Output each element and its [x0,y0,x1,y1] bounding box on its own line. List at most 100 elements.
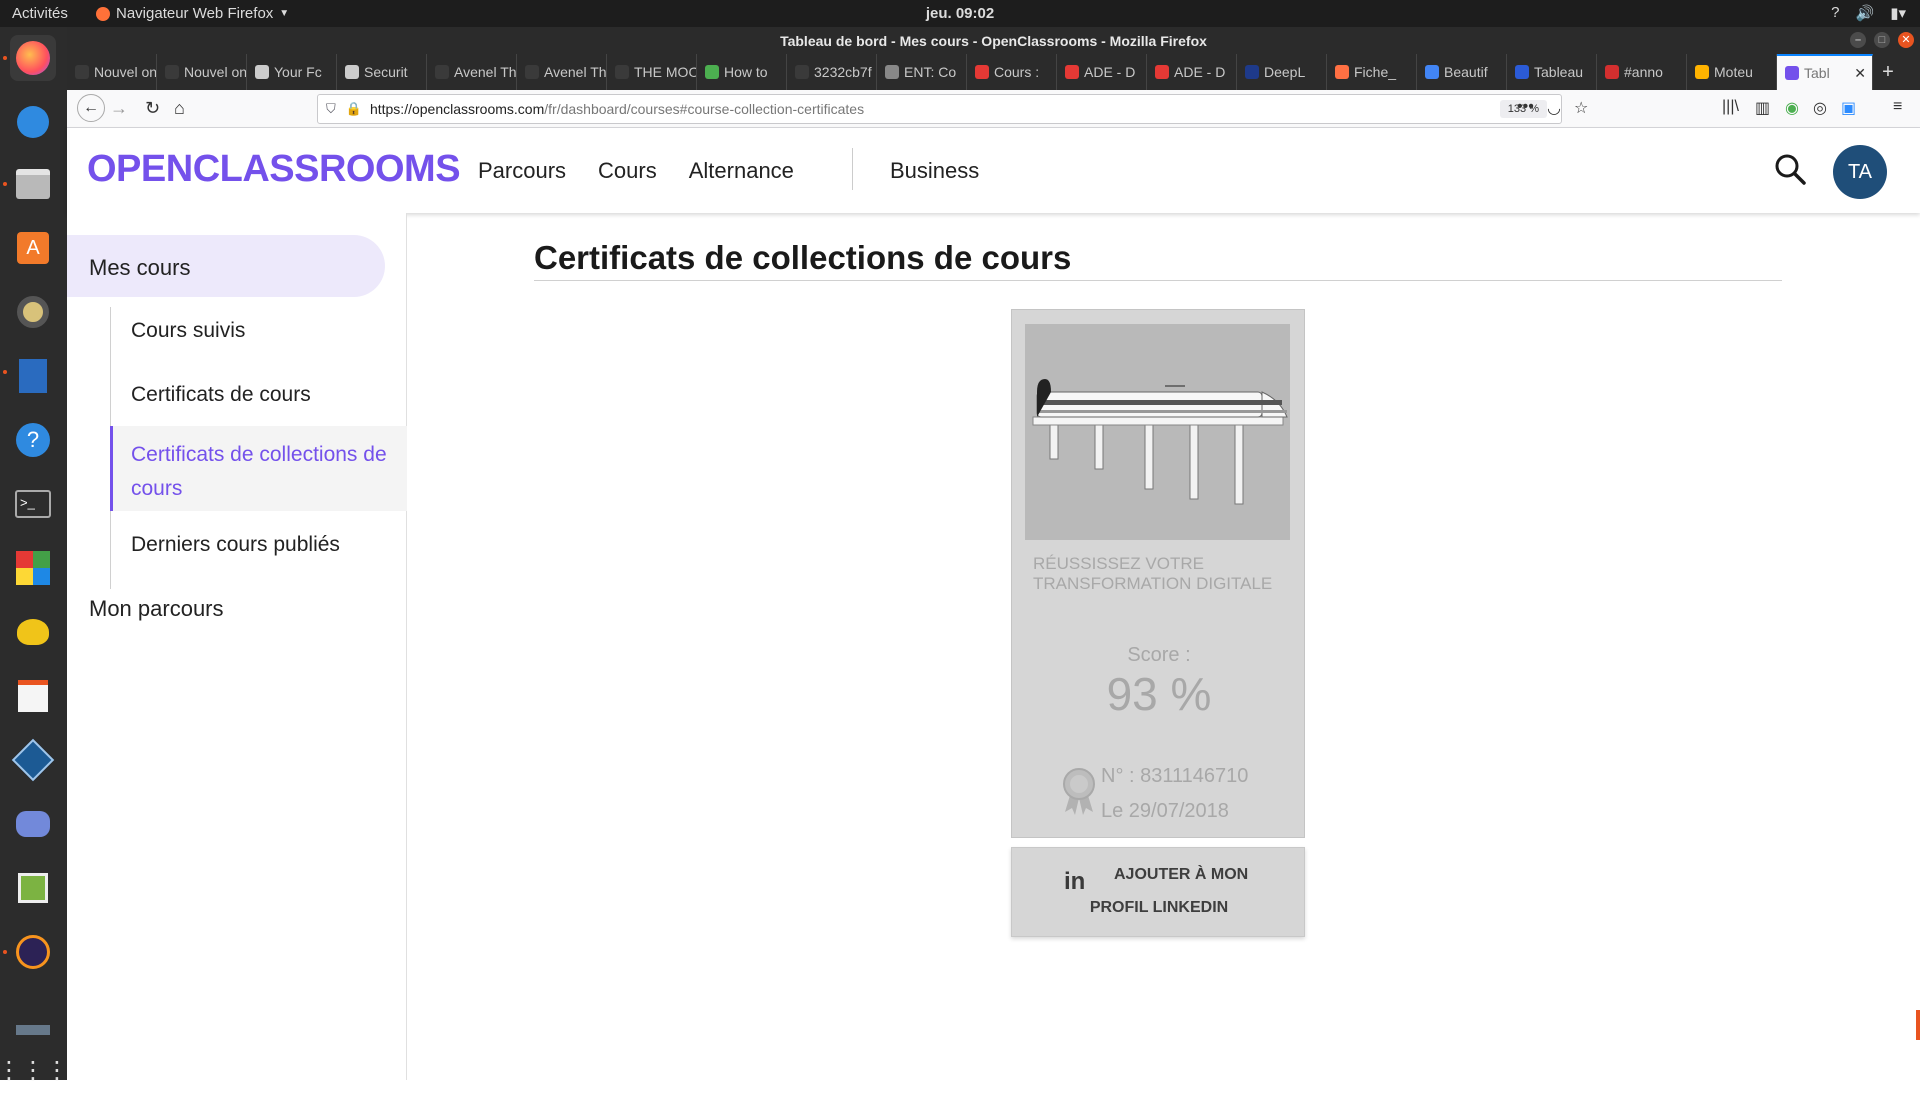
minimize-icon[interactable]: – [1850,32,1866,48]
browser-tab[interactable]: Your Fc [247,54,337,90]
help-icon[interactable]: ? [10,417,56,463]
browser-tab[interactable]: Avenel Th [427,54,517,90]
bookmark-star-icon[interactable]: ☆ [1574,98,1588,118]
terminal-icon[interactable]: >_ [10,481,56,527]
tab-label: Beautif [1444,64,1488,80]
browser-tab[interactable]: Beautif [1417,54,1507,90]
rhythmbox-icon[interactable] [10,289,56,335]
tab-favicon-icon [975,65,989,79]
monitor-icon[interactable] [10,993,56,1039]
tab-label: Your Fc [274,64,322,80]
close-window-icon[interactable]: ✕ [1898,32,1914,48]
writer-icon[interactable] [10,353,56,399]
browser-tab[interactable]: Tableau [1507,54,1597,90]
window-controls: – □ ✕ [1850,32,1914,48]
files-icon[interactable] [10,161,56,207]
sidebar-item-mon-parcours[interactable]: Mon parcours [89,596,224,622]
browser-tab[interactable]: #anno [1597,54,1687,90]
teapot-icon[interactable] [10,609,56,655]
add-to-linkedin-button[interactable]: in AJOUTER À MON PROFIL LINKEDIN [1011,847,1305,937]
openclassrooms-logo[interactable]: OPENCLASSROOMS [87,148,461,191]
sidebar-item-derniers-cours[interactable]: Derniers cours publiés [131,533,340,557]
nav-alternance[interactable]: Alternance [689,158,794,184]
hamburger-menu-icon[interactable]: ≡ [1893,98,1902,116]
thunderbird-icon[interactable] [10,99,56,145]
nav-business[interactable]: Business [890,158,979,184]
sidebar-item-cours-suivis[interactable]: Cours suivis [131,319,245,343]
puzzle-game-icon[interactable] [10,545,56,591]
linkedin-icon: in [1064,868,1086,895]
page-actions-icon[interactable]: ••• [1517,98,1534,116]
certificate-number: N° : 8311146710 [1101,765,1249,787]
maximize-icon[interactable]: □ [1874,32,1890,48]
virtualbox-icon[interactable] [10,737,56,783]
nav-parcours[interactable]: Parcours [478,158,566,184]
openclassrooms-favicon-icon [1785,66,1799,80]
system-tray[interactable]: ? 🔊 ▮▾ [1831,4,1906,22]
certificate-card[interactable]: Réussissez votre transformation digitale… [1011,309,1305,838]
zoom-extension-icon[interactable]: ▣ [1841,98,1856,118]
browser-tab[interactable]: How to [697,54,787,90]
extension-icon[interactable]: ◉ [1785,98,1799,118]
software-center-icon[interactable]: A [10,225,56,271]
tab-label: Nouvel on [94,64,157,80]
firefox-icon[interactable] [10,35,56,81]
tab-favicon-icon [75,65,89,79]
linkedin-button-line1: AJOUTER À MON [1114,866,1249,883]
tab-favicon-icon [615,65,629,79]
firefox-icon [96,6,110,21]
search-icon[interactable] [1773,152,1807,186]
account-icon[interactable]: ◎ [1813,98,1827,118]
tab-favicon-icon [1695,65,1709,79]
nav-cours[interactable]: Cours [598,158,657,184]
home-button[interactable]: ⌂ [174,98,185,119]
close-tab-icon[interactable]: ✕ [1854,65,1866,82]
volume-icon[interactable]: 🔊 [1856,4,1875,22]
browser-tab[interactable]: Securit [337,54,427,90]
back-button[interactable]: ← [77,94,105,122]
pocket-icon[interactable]: ◡ [1547,98,1561,118]
main-navigation: Parcours Cours Alternance [478,158,794,184]
browser-tab-active[interactable]: Tabl ✕ [1777,54,1873,90]
lock-icon[interactable]: 🔒 [346,101,362,117]
user-avatar[interactable]: TA [1833,145,1887,199]
tab-label: Securit [364,64,408,80]
text-editor-icon[interactable] [10,673,56,719]
eclipse-icon[interactable] [10,929,56,975]
browser-tab[interactable]: Moteu [1687,54,1777,90]
chevron-down-icon: ▼ [279,8,290,19]
app-menu[interactable]: Navigateur Web Firefox ▼ [96,5,289,22]
browser-tab[interactable]: ENT: Co [877,54,967,90]
discord-icon[interactable] [10,801,56,847]
browser-tab[interactable]: Avenel Th [517,54,607,90]
sidebar-item-certificats-de-cours[interactable]: Certificats de cours [131,383,311,407]
new-tab-button[interactable]: + [1873,54,1903,90]
forward-button[interactable]: → [110,98,128,119]
clock[interactable]: jeu. 09:02 [926,5,994,22]
browser-tab[interactable]: Nouvel on [67,54,157,90]
battery-icon[interactable]: ▮▾ [1890,4,1906,22]
browser-tab[interactable]: ADE - D [1057,54,1147,90]
sidebar-toggle-icon[interactable]: ▥ [1755,98,1770,118]
browser-tab[interactable]: 3232cb7f [787,54,877,90]
url-bar[interactable]: ⛉ 🔒 https://openclassrooms.com/fr/dashbo… [317,94,1562,124]
scrollbar[interactable] [1916,1010,1920,1040]
activities-button[interactable]: Activités [12,5,68,22]
help-icon[interactable]: ? [1831,4,1839,22]
sidebar-item-mes-cours[interactable]: Mes cours [67,235,385,297]
reload-button[interactable]: ↻ [145,98,160,119]
browser-tab[interactable]: DeepL [1237,54,1327,90]
image-viewer-icon[interactable] [10,865,56,911]
browser-tab[interactable]: THE MOO [607,54,697,90]
browser-tab[interactable]: ADE - D [1147,54,1237,90]
show-apps-grid-icon[interactable]: ⋮⋮⋮ [0,1047,69,1093]
tab-label: #anno [1624,64,1663,80]
browser-tab[interactable]: Nouvel on [157,54,247,90]
app-name-label: Navigateur Web Firefox [116,5,274,22]
browser-tab[interactable]: Cours : [967,54,1057,90]
tracking-shield-icon[interactable]: ⛉ [326,101,336,117]
browser-tab[interactable]: Fiche_ [1327,54,1417,90]
sidebar-item-certificats-collections[interactable]: Certificats de collections de cours [110,426,407,511]
score-value: 93 % [1106,668,1212,720]
library-icon[interactable]: |||\ [1722,98,1739,116]
